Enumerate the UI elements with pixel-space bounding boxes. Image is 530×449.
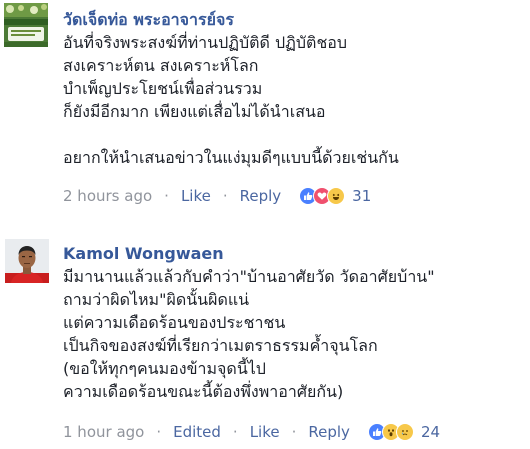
comment-actions: 1 hour ago · Edited · Like · Reply 24	[63, 423, 440, 441]
reaction-count[interactable]: 31	[352, 187, 371, 205]
comment-text-line: มีมานานแล้วแล้วกับคำว่า"บ้านอาศัยวัด วัด…	[63, 267, 435, 286]
reactions-summary[interactable]	[299, 187, 346, 205]
comment-body: วัดเจ็ดท่อ พระอาจารย์จร อันที่จริงพระสงฆ…	[63, 9, 526, 169]
comment-text-line: ก็ยังมีอีกมาก เพียงแต่เสื่อไม่ได้นำเสนอ	[63, 102, 326, 121]
haha-reaction-icon	[327, 187, 346, 205]
comment-text-line: (ขอให้ทุกๆคนมองข้ามจุดนี้ไป	[63, 359, 266, 378]
avatar[interactable]	[4, 3, 48, 47]
comment-text-line: เป็นกิจของสงฆ์ที่เรียกว่าเมตราธรรมค้ำจุน…	[63, 336, 378, 355]
comment-actions: 2 hours ago · Like · Reply 31	[63, 187, 371, 205]
edited-link[interactable]: Edited	[173, 423, 221, 441]
like-button[interactable]: Like	[181, 187, 211, 205]
avatar[interactable]	[5, 239, 49, 283]
comment: วัดเจ็ดท่อ พระอาจารย์จร อันที่จริงพระสงฆ…	[0, 0, 530, 220]
separator-dot: ·	[291, 423, 297, 441]
comment-text-line: ความเดือดร้อนขณะนี้ต้องพึ่งพาอาศัยกัน)	[63, 382, 344, 401]
sad-reaction-icon	[395, 423, 414, 441]
comment-text-line: อยากให้นำเสนอข่าวในแง่มุมดีๆแบบนี้ด้วยเช…	[63, 148, 399, 167]
like-button[interactable]: Like	[250, 423, 280, 441]
comment-text-line: แต่ความเดือดร้อนของประชาชน	[63, 313, 286, 332]
reply-button[interactable]: Reply	[308, 423, 350, 441]
reaction-count[interactable]: 24	[421, 423, 440, 441]
reactions-summary[interactable]	[367, 423, 414, 441]
comment: Kamol Wongwaen มีมานานแล้วแล้วกับคำว่า"บ…	[0, 228, 530, 449]
separator-dot: ·	[156, 423, 162, 441]
comment-text-line: สงเคราะห์ตน สงเคราะห์โลก	[63, 56, 259, 75]
comment-author[interactable]: วัดเจ็ดท่อ พระอาจารย์จร	[63, 9, 526, 31]
separator-dot: ·	[222, 187, 228, 205]
reply-button[interactable]: Reply	[240, 187, 282, 205]
separator-dot: ·	[164, 187, 169, 205]
comment-text-line: บำเพ็ญประโยชน์เพื่อส่วนรวม	[63, 79, 263, 98]
separator-dot: ·	[232, 423, 238, 441]
comment-body: Kamol Wongwaen มีมานานแล้วแล้วกับคำว่า"บ…	[63, 243, 526, 403]
comment-text-line: อันที่จริงพระสงฆ์ที่ท่านปฏิบัติดี ปฏิบัต…	[63, 33, 348, 52]
comment-text-line: ถามว่าผิดไหม"ผิดนั้นผิดแน่	[63, 290, 250, 309]
comment-author[interactable]: Kamol Wongwaen	[63, 243, 526, 265]
comment-timestamp[interactable]: 1 hour ago	[63, 423, 144, 441]
comment-timestamp[interactable]: 2 hours ago	[63, 187, 152, 205]
comment-blank-line	[63, 123, 526, 146]
